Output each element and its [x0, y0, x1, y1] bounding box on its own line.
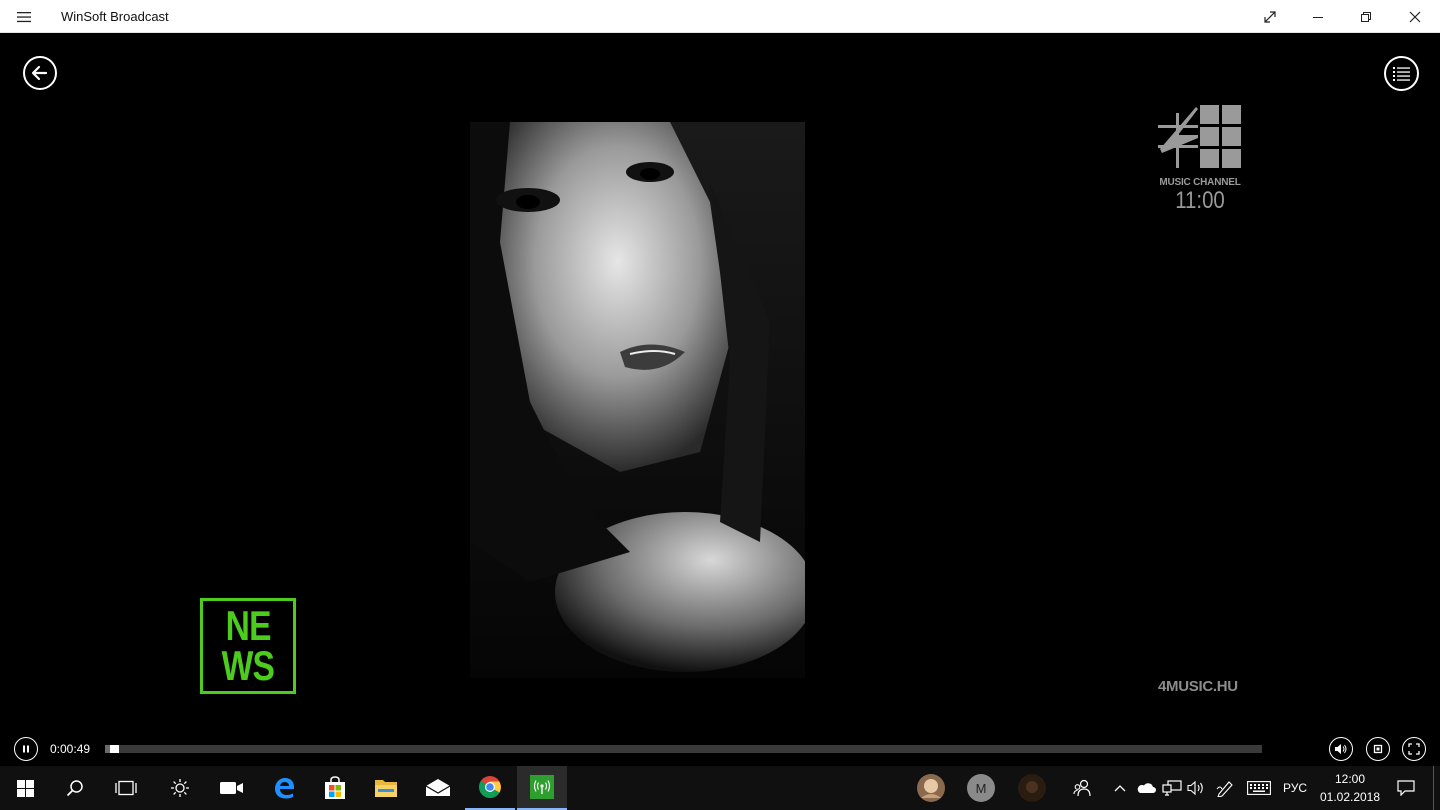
contact-avatar-2[interactable]: M: [966, 766, 996, 810]
avatar: [1018, 774, 1046, 802]
taskbar-clock[interactable]: 12:00 01.02.2018: [1312, 770, 1388, 806]
show-desktop-button[interactable]: [1433, 766, 1434, 810]
contact-avatar-3[interactable]: [1016, 766, 1048, 810]
title-bar: WinSoft Broadcast: [0, 0, 1440, 33]
channel-clock: 11:00: [1175, 187, 1225, 214]
speaker-icon: [1187, 780, 1203, 796]
minimize-icon: [1313, 16, 1323, 18]
avatar: [917, 774, 945, 802]
expand-button[interactable]: [1247, 0, 1293, 33]
taskbar: M РУС 12:00 01.02.2018: [0, 766, 1440, 810]
player-controls: 0:00:49: [0, 733, 1440, 766]
volume-tray-button[interactable]: [1185, 766, 1209, 810]
close-icon: [1409, 11, 1421, 22]
language-indicator: РУС: [1282, 781, 1308, 795]
brightness-app-button[interactable]: [155, 766, 205, 810]
keyboard-icon: [1247, 781, 1271, 795]
clock-date: 01.02.2018: [1319, 790, 1381, 804]
task-view-button[interactable]: [101, 766, 151, 810]
onedrive-button[interactable]: [1134, 766, 1158, 810]
avatar-initial: M: [967, 774, 995, 802]
taskbar-search-button[interactable]: [50, 766, 100, 810]
broadcast-icon: [530, 775, 554, 799]
fullscreen-icon: [1408, 743, 1420, 755]
playlist-button[interactable]: [1384, 56, 1419, 91]
camera-app-button[interactable]: [207, 766, 257, 810]
expand-icon: [1264, 10, 1276, 23]
elapsed-time: 0:00:49: [50, 742, 91, 756]
back-arrow-icon: [31, 65, 48, 81]
chrome-app-button[interactable]: [465, 766, 515, 810]
pen-icon: [1216, 781, 1233, 797]
notification-icon: [1397, 780, 1415, 796]
progress-bar[interactable]: [105, 745, 1262, 753]
restore-icon: [1361, 11, 1371, 22]
start-button[interactable]: [0, 766, 50, 810]
edge-app-button[interactable]: [259, 766, 309, 810]
fullscreen-button[interactable]: [1402, 737, 1426, 761]
windows-icon: [16, 779, 34, 797]
news-badge: NE WS: [200, 598, 296, 694]
aspect-ratio-icon: [1373, 744, 1383, 754]
contact-avatar-1[interactable]: [915, 766, 947, 810]
pause-button[interactable]: [14, 737, 38, 761]
show-hidden-icons-button[interactable]: [1110, 766, 1130, 810]
video-frame-portrait-image: [470, 122, 805, 678]
pause-icon: [23, 745, 29, 753]
volume-button[interactable]: [1329, 737, 1353, 761]
network-icon: [1162, 780, 1182, 796]
list-icon: [1392, 66, 1410, 81]
channel-logo-mark-icon: [1158, 105, 1241, 168]
touch-keyboard-button[interactable]: [1244, 766, 1274, 810]
network-button[interactable]: [1160, 766, 1184, 810]
progress-thumb[interactable]: [109, 745, 119, 753]
news-badge-line1: NE: [225, 602, 271, 649]
mail-app-button[interactable]: [413, 766, 463, 810]
camera-icon: [220, 782, 243, 794]
channel-logo: MUSIC CHANNEL 11:00: [1156, 105, 1244, 214]
chrome-icon: [479, 776, 501, 798]
volume-icon: [1335, 744, 1347, 754]
action-center-button[interactable]: [1393, 766, 1419, 810]
window-title: WinSoft Broadcast: [61, 9, 169, 24]
back-button[interactable]: [23, 56, 57, 90]
winsoft-broadcast-taskbar-button[interactable]: [517, 766, 567, 810]
hamburger-menu-button[interactable]: [8, 0, 40, 33]
aspect-ratio-button[interactable]: [1366, 737, 1390, 761]
video-player-surface[interactable]: MUSIC CHANNEL 11:00 NE WS 4MUSIC.HU: [0, 33, 1440, 733]
minimize-button[interactable]: [1295, 0, 1341, 33]
store-app-button[interactable]: [310, 766, 360, 810]
chevron-up-icon: [1114, 785, 1126, 792]
restore-button[interactable]: [1343, 0, 1389, 33]
input-language-button[interactable]: РУС: [1280, 766, 1310, 810]
edge-icon: [275, 778, 294, 799]
sun-icon: [171, 779, 189, 797]
people-icon: [1073, 779, 1091, 797]
site-watermark: 4MUSIC.HU: [1158, 678, 1238, 695]
clock-time: 12:00: [1334, 772, 1366, 786]
hamburger-icon: [17, 11, 31, 22]
mail-icon: [425, 779, 451, 796]
pen-workspace-button[interactable]: [1213, 766, 1239, 810]
close-button[interactable]: [1392, 0, 1438, 33]
cloud-icon: [1137, 783, 1156, 793]
store-icon: [325, 776, 345, 799]
folder-icon: [375, 780, 397, 797]
news-badge-line2: WS: [221, 642, 275, 689]
search-icon: [66, 780, 83, 797]
file-explorer-button[interactable]: [361, 766, 411, 810]
task-view-icon: [115, 780, 137, 796]
people-button[interactable]: [1068, 766, 1096, 810]
